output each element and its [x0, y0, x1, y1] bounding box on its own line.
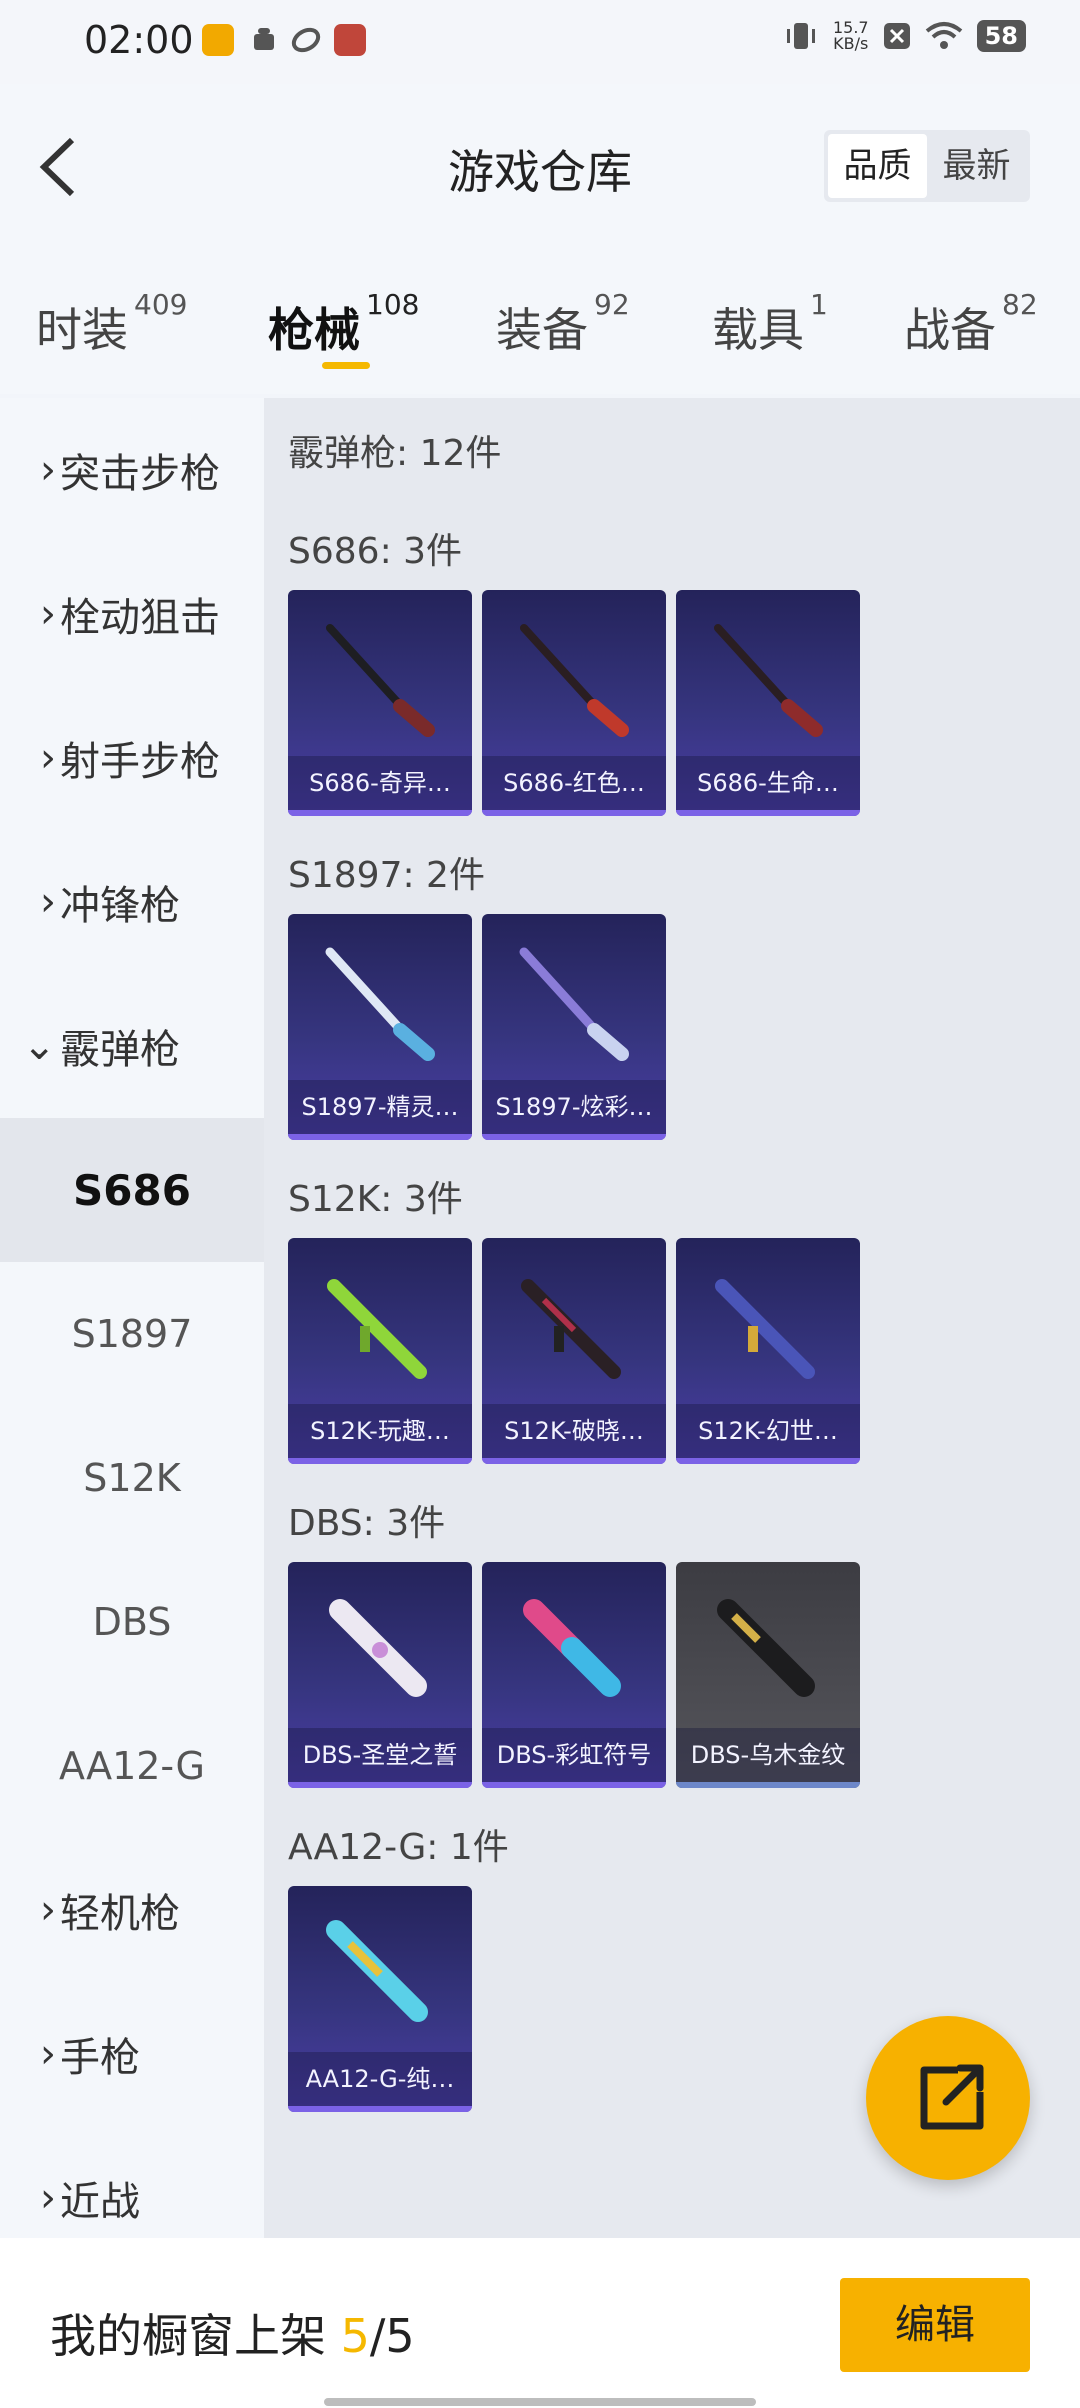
- header: 游戏仓库 品质 最新: [0, 84, 1080, 254]
- group-title: AA12-G: 1件: [288, 1827, 509, 1868]
- sidebar-item-assault-rifle[interactable]: › 突击步枪: [0, 398, 264, 542]
- shotgun-image-icon: [326, 1920, 428, 2022]
- android-icon: [248, 24, 280, 56]
- weapon-card[interactable]: S686-奇异…: [288, 590, 472, 816]
- weapon-card[interactable]: AA12-G-纯…: [288, 1886, 472, 2112]
- rifle-image-icon: [715, 1279, 815, 1379]
- sidebar-item-lmg[interactable]: › 轻机枪: [0, 1838, 264, 1982]
- status-bar: 02:00 15.7 KB/s 58: [0, 0, 1080, 84]
- chevron-right-icon: ›: [40, 879, 56, 925]
- rifle-image-icon: [327, 1279, 427, 1379]
- weapon-card[interactable]: S12K-破晓…: [482, 1238, 666, 1464]
- group-title: DBS: 3件: [288, 1503, 446, 1544]
- sidebar-sub-dbs[interactable]: DBS: [0, 1550, 264, 1694]
- tab-equipment[interactable]: 装备 92: [496, 288, 630, 360]
- group-title: S12K: 3件: [288, 1179, 463, 1220]
- chevron-right-icon: ›: [40, 735, 56, 781]
- close-box-icon: [883, 23, 910, 49]
- status-time: 02:00: [84, 18, 194, 62]
- sidebar-sub-aa12g[interactable]: AA12-G: [0, 1694, 264, 1838]
- active-tab-indicator: [322, 362, 370, 369]
- sort-newest-button[interactable]: 最新: [927, 134, 1026, 198]
- edit-button[interactable]: 编辑: [840, 2278, 1030, 2372]
- chevron-right-icon: ›: [40, 447, 56, 493]
- battery-indicator: 58: [976, 20, 1026, 52]
- wifi-icon: [925, 22, 962, 49]
- sort-toggle: 品质 最新: [824, 130, 1030, 202]
- shotgun-image-icon: [329, 1599, 427, 1697]
- status-right: 15.7 KB/s 58: [783, 20, 1026, 52]
- tab-weapons[interactable]: 枪械 108: [268, 288, 419, 360]
- shotgun-image-icon: [523, 1599, 621, 1697]
- share-button[interactable]: [866, 2016, 1030, 2180]
- sort-quality-button[interactable]: 品质: [828, 134, 927, 198]
- category-tabs: 时装 409 枪械 108 装备 92 载具 1 战备 82: [0, 254, 1080, 394]
- sidebar: › 突击步枪 › 栓动狙击 › 射手步枪 › 冲锋枪 ⌄ 霰弹枪 S686 S1897 S…: [0, 398, 264, 2238]
- group-title: S1897: 2件: [288, 855, 485, 896]
- sidebar-item-marksman-rifle[interactable]: › 射手步枪: [0, 686, 264, 830]
- weapon-card[interactable]: S12K-幻世…: [676, 1238, 860, 1464]
- sidebar-sub-s1897[interactable]: S1897: [0, 1262, 264, 1406]
- weapon-card[interactable]: DBS-彩虹符号: [482, 1562, 666, 1788]
- sync-icon: [290, 24, 322, 56]
- game-notification-icon: [334, 24, 366, 56]
- category-total: 霰弹枪: 12件: [288, 433, 502, 474]
- vibrate-icon: [786, 23, 815, 49]
- shotgun-image-icon: [519, 947, 629, 1061]
- network-speed: 15.7 KB/s: [832, 18, 869, 53]
- sidebar-item-shotgun[interactable]: ⌄ 霰弹枪: [0, 974, 264, 1118]
- tab-fashion[interactable]: 时装 409: [36, 288, 187, 360]
- chevron-right-icon: ›: [40, 591, 56, 637]
- weapon-card[interactable]: S686-生命…: [676, 590, 860, 816]
- home-indicator: [324, 2398, 756, 2406]
- shotgun-image-icon: [714, 624, 823, 737]
- weapon-card[interactable]: S1897-精灵…: [288, 914, 472, 1140]
- showcase-counter: 我的橱窗上架 5/5: [50, 2309, 415, 2363]
- sidebar-item-smg[interactable]: › 冲锋枪: [0, 830, 264, 974]
- weapon-card[interactable]: DBS-乌木金纹: [676, 1562, 860, 1788]
- group-title: S686: 3件: [288, 531, 463, 572]
- sidebar-sub-s12k[interactable]: S12K: [0, 1406, 264, 1550]
- shotgun-image-icon: [325, 947, 435, 1061]
- weapon-card[interactable]: S12K-玩趣…: [288, 1238, 472, 1464]
- chevron-right-icon: ›: [40, 2175, 56, 2221]
- share-external-icon: [920, 2064, 984, 2130]
- sidebar-sub-s686[interactable]: S686: [0, 1118, 264, 1262]
- tab-supplies[interactable]: 战备 82: [904, 288, 1038, 360]
- tab-vehicles[interactable]: 载具 1: [712, 288, 828, 360]
- sidebar-item-pistol[interactable]: › 手枪: [0, 1982, 264, 2126]
- weapon-card[interactable]: S686-红色…: [482, 590, 666, 816]
- bottom-bar: 我的橱窗上架 5/5 编辑: [0, 2238, 1080, 2408]
- sidebar-item-bolt-sniper[interactable]: › 栓动狙击: [0, 542, 264, 686]
- shotgun-image-icon: [326, 624, 435, 737]
- weapon-card[interactable]: S1897-炫彩…: [482, 914, 666, 1140]
- weapon-card[interactable]: DBS-圣堂之誓: [288, 1562, 472, 1788]
- app-notification-icon: [202, 24, 234, 56]
- shotgun-image-icon: [717, 1599, 815, 1697]
- weapon-grid: 霰弹枪: 12件 S686: 3件 S686-奇异… S686-红色… S686…: [264, 398, 1080, 2238]
- chevron-right-icon: ›: [40, 2031, 56, 2077]
- chevron-down-icon: ⌄: [22, 1023, 56, 1069]
- chevron-right-icon: ›: [40, 1887, 56, 1933]
- shotgun-image-icon: [520, 624, 629, 737]
- rifle-image-icon: [521, 1279, 621, 1379]
